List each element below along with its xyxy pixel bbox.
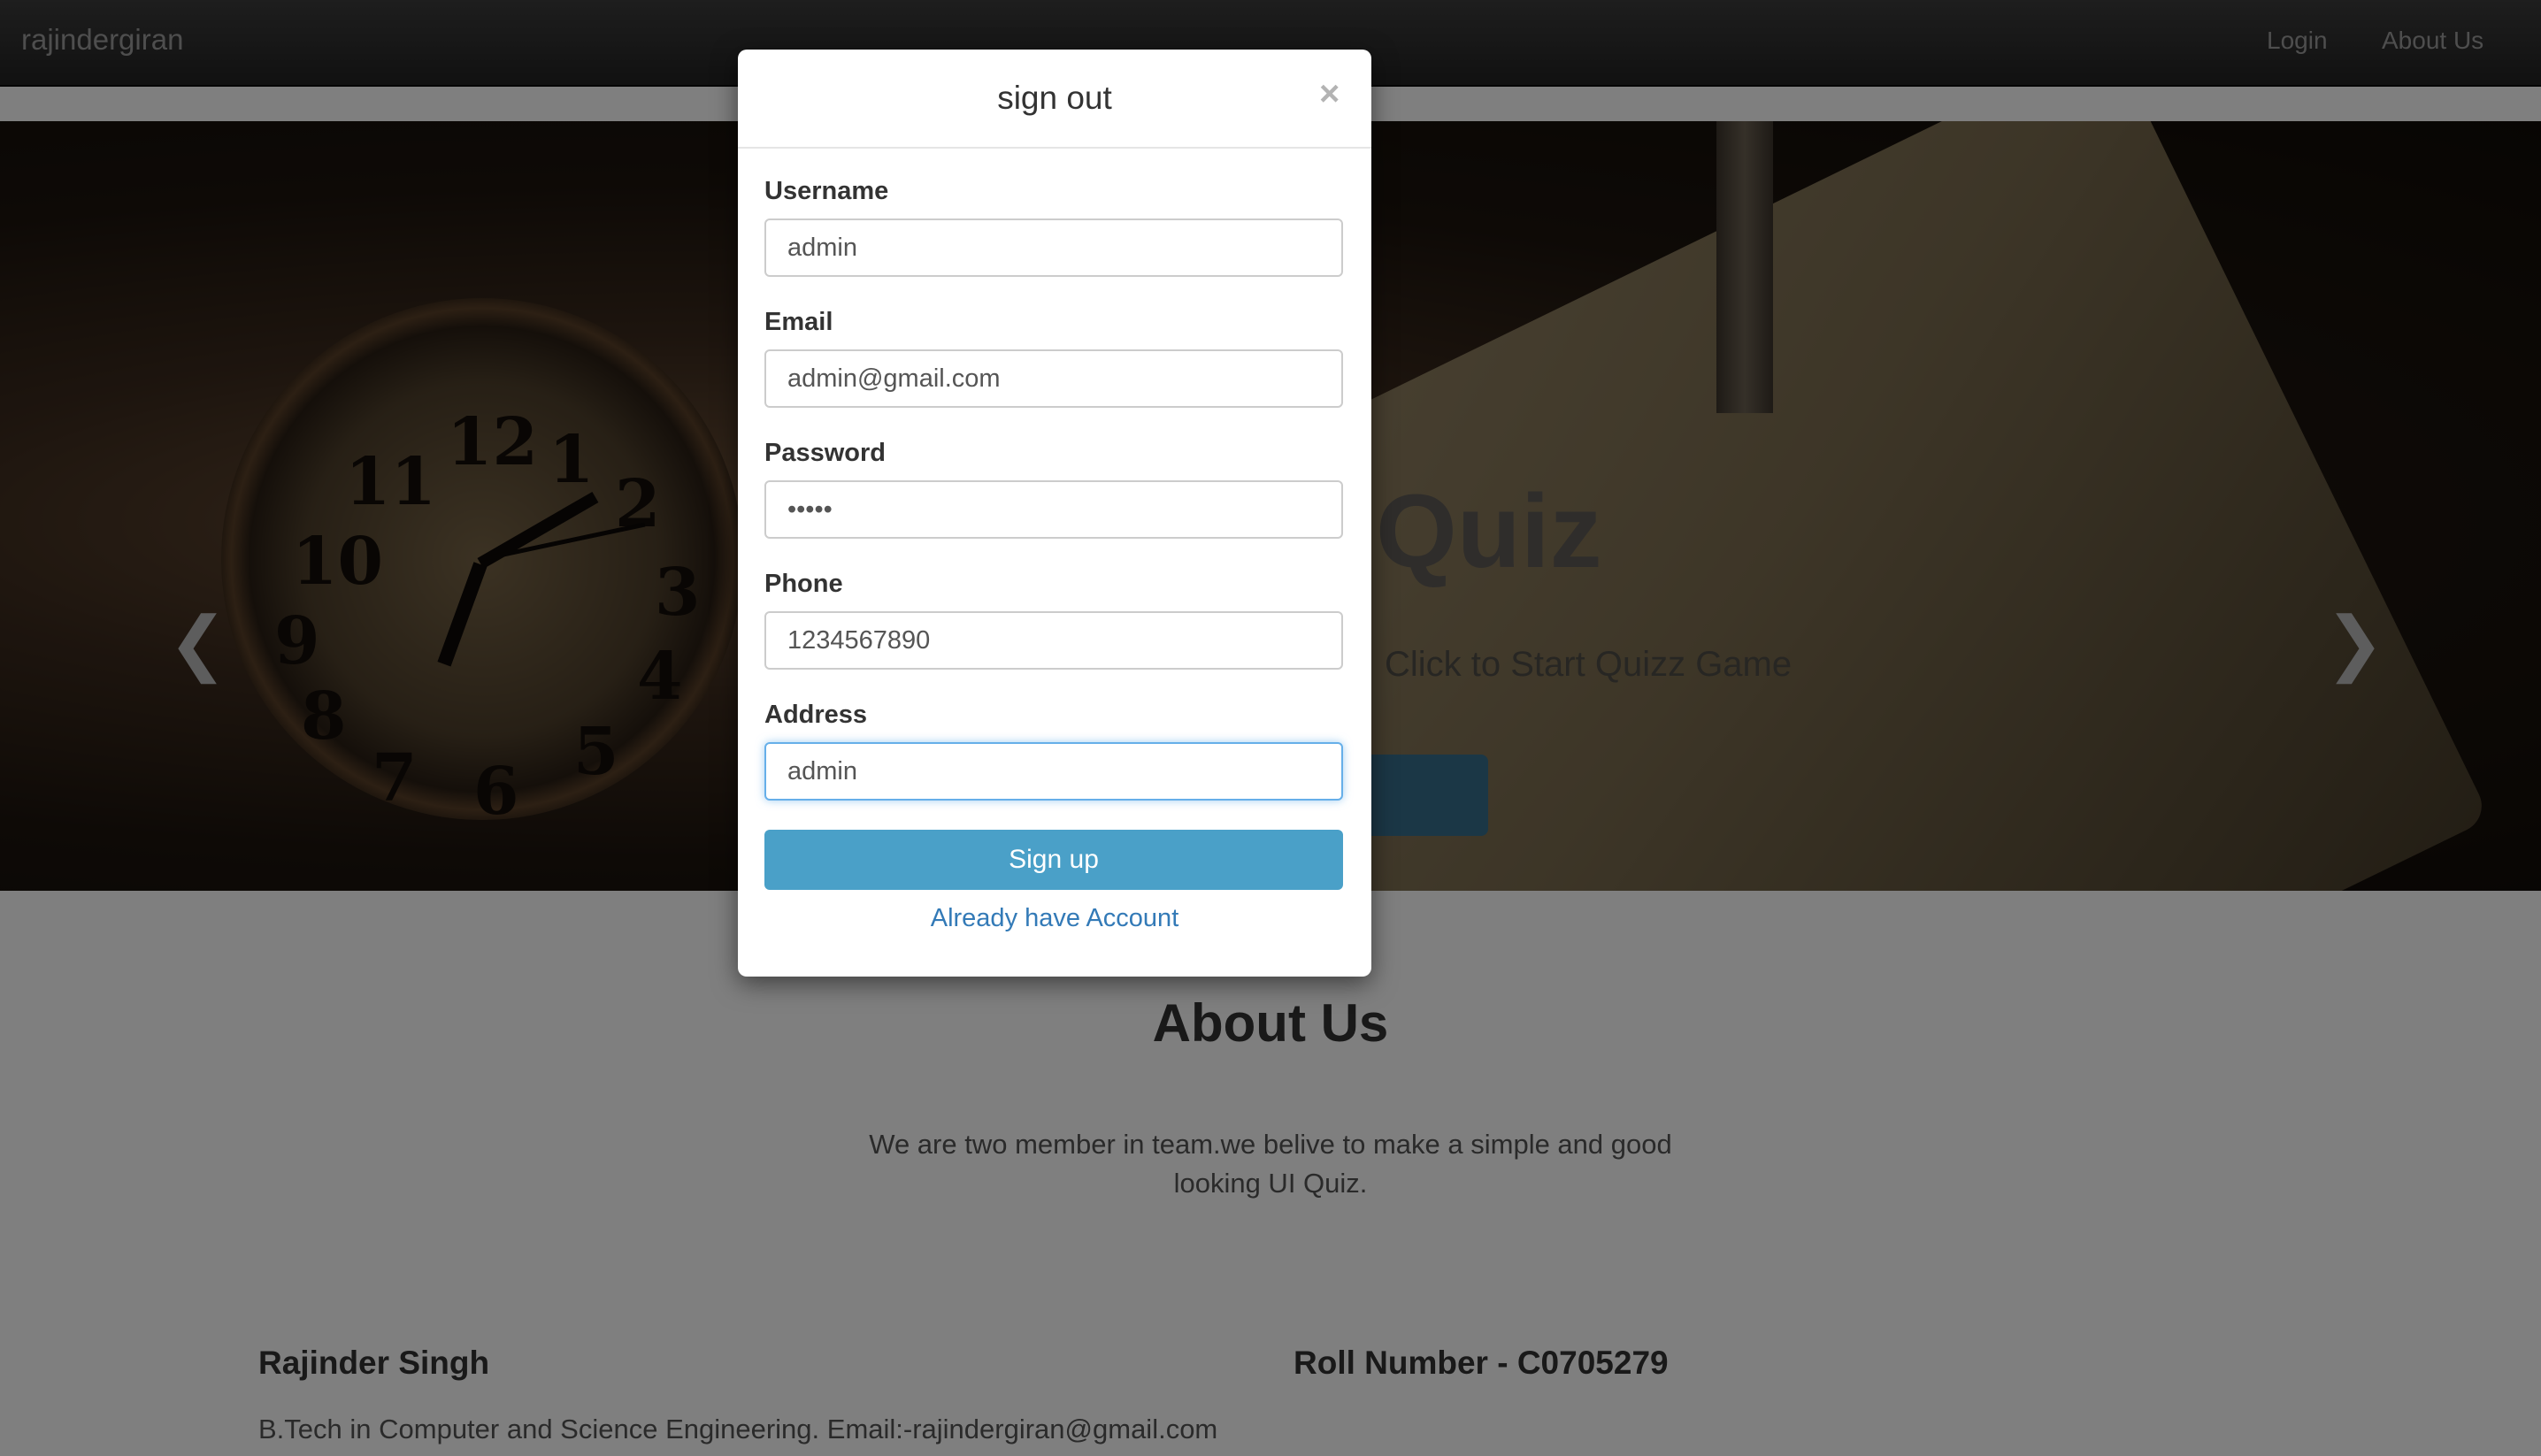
password-input[interactable]	[764, 480, 1343, 539]
signup-button[interactable]: Sign up	[764, 830, 1343, 890]
address-label: Address	[764, 701, 868, 729]
modal-header: sign out ×	[738, 50, 1371, 149]
email-label: Email	[764, 308, 833, 336]
username-label: Username	[764, 177, 889, 205]
signup-modal: sign out × Username Email Password Phone…	[738, 50, 1371, 977]
password-label: Password	[764, 439, 886, 467]
email-input[interactable]	[764, 349, 1343, 408]
address-input[interactable]	[764, 742, 1343, 801]
username-input[interactable]	[764, 218, 1343, 277]
close-icon[interactable]: ×	[1319, 74, 1340, 114]
already-have-account-link[interactable]: Already have Account	[738, 904, 1371, 933]
phone-input[interactable]	[764, 611, 1343, 670]
phone-label: Phone	[764, 570, 843, 598]
modal-title: sign out	[997, 80, 1112, 116]
